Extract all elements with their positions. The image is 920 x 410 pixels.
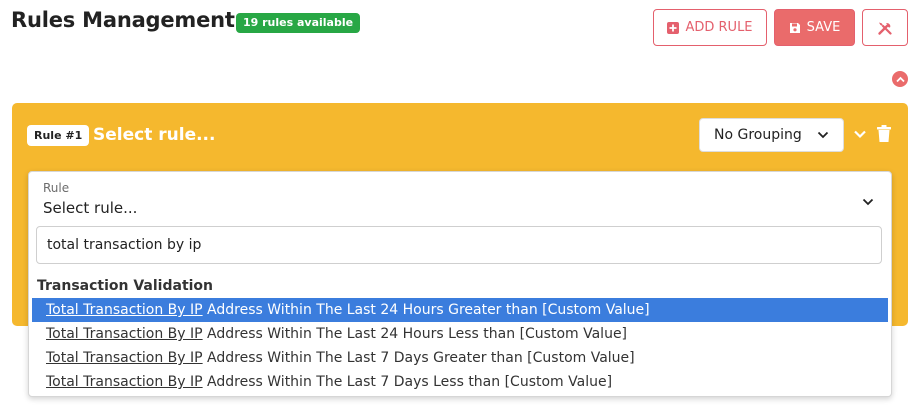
rule-options-list: Total Transaction By IP Address Within T… bbox=[32, 298, 888, 394]
rule-select[interactable]: Select rule... bbox=[43, 199, 137, 217]
option-rest-text: Address Within The Last 7 Days Less than… bbox=[202, 374, 613, 390]
grouping-select[interactable]: No Grouping bbox=[699, 118, 844, 152]
chevron-down-icon bbox=[817, 127, 829, 143]
rule-option[interactable]: Total Transaction By IP Address Within T… bbox=[32, 346, 888, 370]
add-rule-button[interactable]: ADD RULE bbox=[653, 9, 767, 46]
collapse-toggle[interactable] bbox=[892, 71, 908, 87]
save-label: SAVE bbox=[806, 20, 841, 35]
rule-option[interactable]: Total Transaction By IP Address Within T… bbox=[32, 370, 888, 394]
option-group-header: Transaction Validation bbox=[37, 278, 214, 294]
option-match-text: Total Transaction By IP bbox=[46, 326, 203, 342]
option-match-text: Total Transaction By IP bbox=[46, 374, 203, 390]
tools-icon bbox=[877, 20, 893, 36]
expand-rule-chevron-icon[interactable] bbox=[853, 127, 867, 141]
chevron-up-icon bbox=[895, 70, 905, 88]
rule-field-label: Rule bbox=[43, 181, 70, 195]
grouping-selected-value: No Grouping bbox=[714, 127, 802, 143]
page-title: Rules Management bbox=[11, 8, 235, 32]
rule-option[interactable]: Total Transaction By IP Address Within T… bbox=[32, 298, 888, 322]
plus-square-icon bbox=[667, 21, 680, 34]
rules-count-badge: 19 rules available bbox=[236, 13, 361, 33]
tools-button[interactable] bbox=[862, 9, 908, 46]
floppy-disk-icon bbox=[789, 22, 801, 34]
option-rest-text: Address Within The Last 24 Hours Greater… bbox=[202, 302, 650, 318]
trash-icon[interactable] bbox=[877, 125, 891, 142]
option-match-text: Total Transaction By IP bbox=[46, 302, 203, 318]
rule-search-input[interactable] bbox=[36, 226, 882, 264]
rule-option[interactable]: Total Transaction By IP Address Within T… bbox=[32, 322, 888, 346]
add-rule-label: ADD RULE bbox=[685, 20, 753, 35]
save-button[interactable]: SAVE bbox=[774, 9, 855, 46]
chevron-down-icon[interactable] bbox=[862, 195, 874, 207]
rule-heading: Select rule... bbox=[93, 125, 216, 145]
option-rest-text: Address Within The Last 7 Days Greater t… bbox=[202, 350, 635, 366]
option-match-text: Total Transaction By IP bbox=[46, 350, 203, 366]
rule-number-tag: Rule #1 bbox=[27, 125, 90, 146]
option-rest-text: Address Within The Last 24 Hours Less th… bbox=[202, 326, 628, 342]
